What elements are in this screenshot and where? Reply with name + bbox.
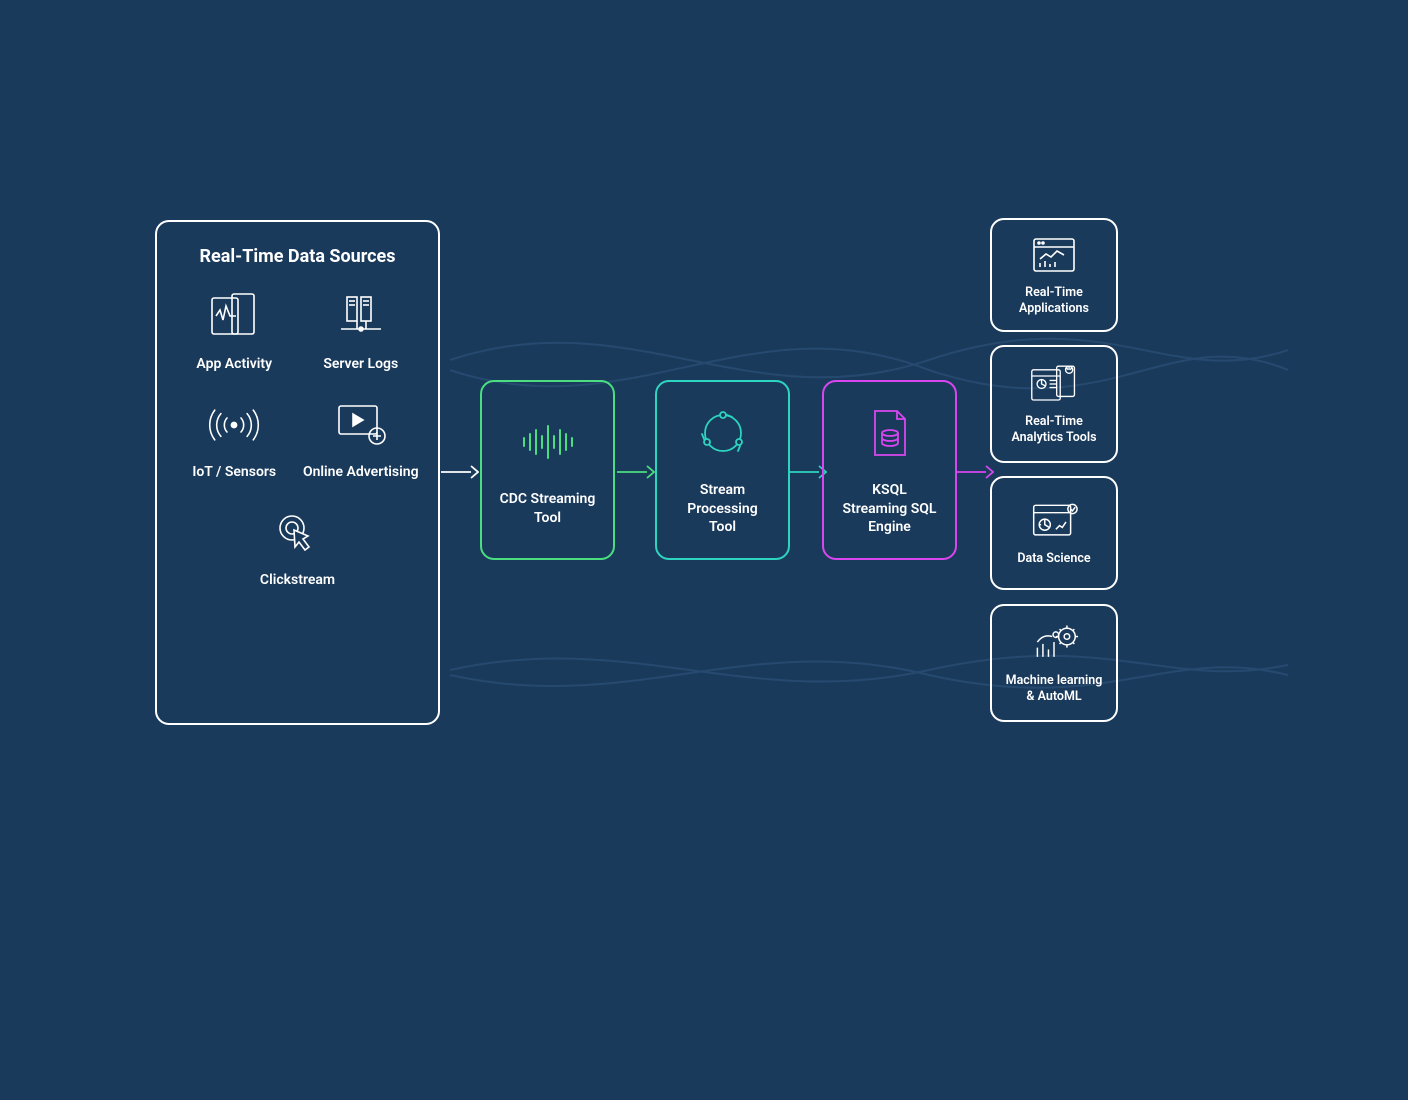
source-app-activity: App Activity — [196, 289, 272, 373]
source-online-advertising: Online Advertising — [303, 397, 419, 481]
processor-cdc-streaming: CDC Streaming Tool — [480, 380, 615, 560]
sources-panel: Real-Time Data Sources App Activity Serv… — [155, 220, 440, 725]
output-label: Real-Time Applications — [1002, 285, 1106, 318]
server-logs-icon — [333, 289, 389, 345]
cycle-icon — [693, 403, 753, 463]
output-label: Real-Time Analytics Tools — [1002, 414, 1106, 447]
source-label: App Activity — [196, 355, 272, 373]
source-label: Server Logs — [323, 355, 398, 373]
source-server-logs: Server Logs — [323, 289, 398, 373]
clickstream-icon — [269, 505, 325, 561]
source-iot-sensors: IoT / Sensors — [192, 397, 276, 481]
sources-title: Real-Time Data Sources — [175, 246, 420, 267]
wave-decoration-bottom — [450, 570, 1288, 770]
dashboard-icon — [1030, 233, 1078, 277]
arrow-icon — [956, 462, 994, 482]
output-label: Data Science — [1017, 551, 1090, 567]
waveform-icon — [518, 412, 578, 472]
processor-label: CDC Streaming Tool — [498, 490, 597, 528]
sql-file-icon — [860, 403, 920, 463]
online-advertising-icon — [333, 397, 389, 453]
source-label: Online Advertising — [303, 463, 419, 481]
output-analytics-tools: Real-Time Analytics Tools — [990, 345, 1118, 463]
processor-stream-processing: Stream Processing Tool — [655, 380, 790, 560]
output-ml-automl: Machine learning & AutoML — [990, 604, 1118, 722]
processor-label: Stream Processing Tool — [673, 481, 772, 538]
analytics-icon — [1030, 362, 1078, 406]
processor-label: KSQL Streaming SQL Engine — [840, 481, 939, 538]
arrow-icon — [441, 462, 479, 482]
source-label: Clickstream — [260, 571, 335, 589]
arrow-icon — [617, 462, 655, 482]
app-activity-icon — [206, 289, 262, 345]
output-data-science: Data Science — [990, 476, 1118, 590]
output-real-time-apps: Real-Time Applications — [990, 218, 1118, 332]
processor-ksql-engine: KSQL Streaming SQL Engine — [822, 380, 957, 560]
data-science-icon — [1030, 499, 1078, 543]
output-label: Machine learning & AutoML — [1002, 673, 1106, 706]
source-clickstream: Clickstream — [260, 505, 335, 589]
iot-sensors-icon — [206, 397, 262, 453]
source-label: IoT / Sensors — [192, 463, 276, 481]
ml-icon — [1030, 621, 1078, 665]
